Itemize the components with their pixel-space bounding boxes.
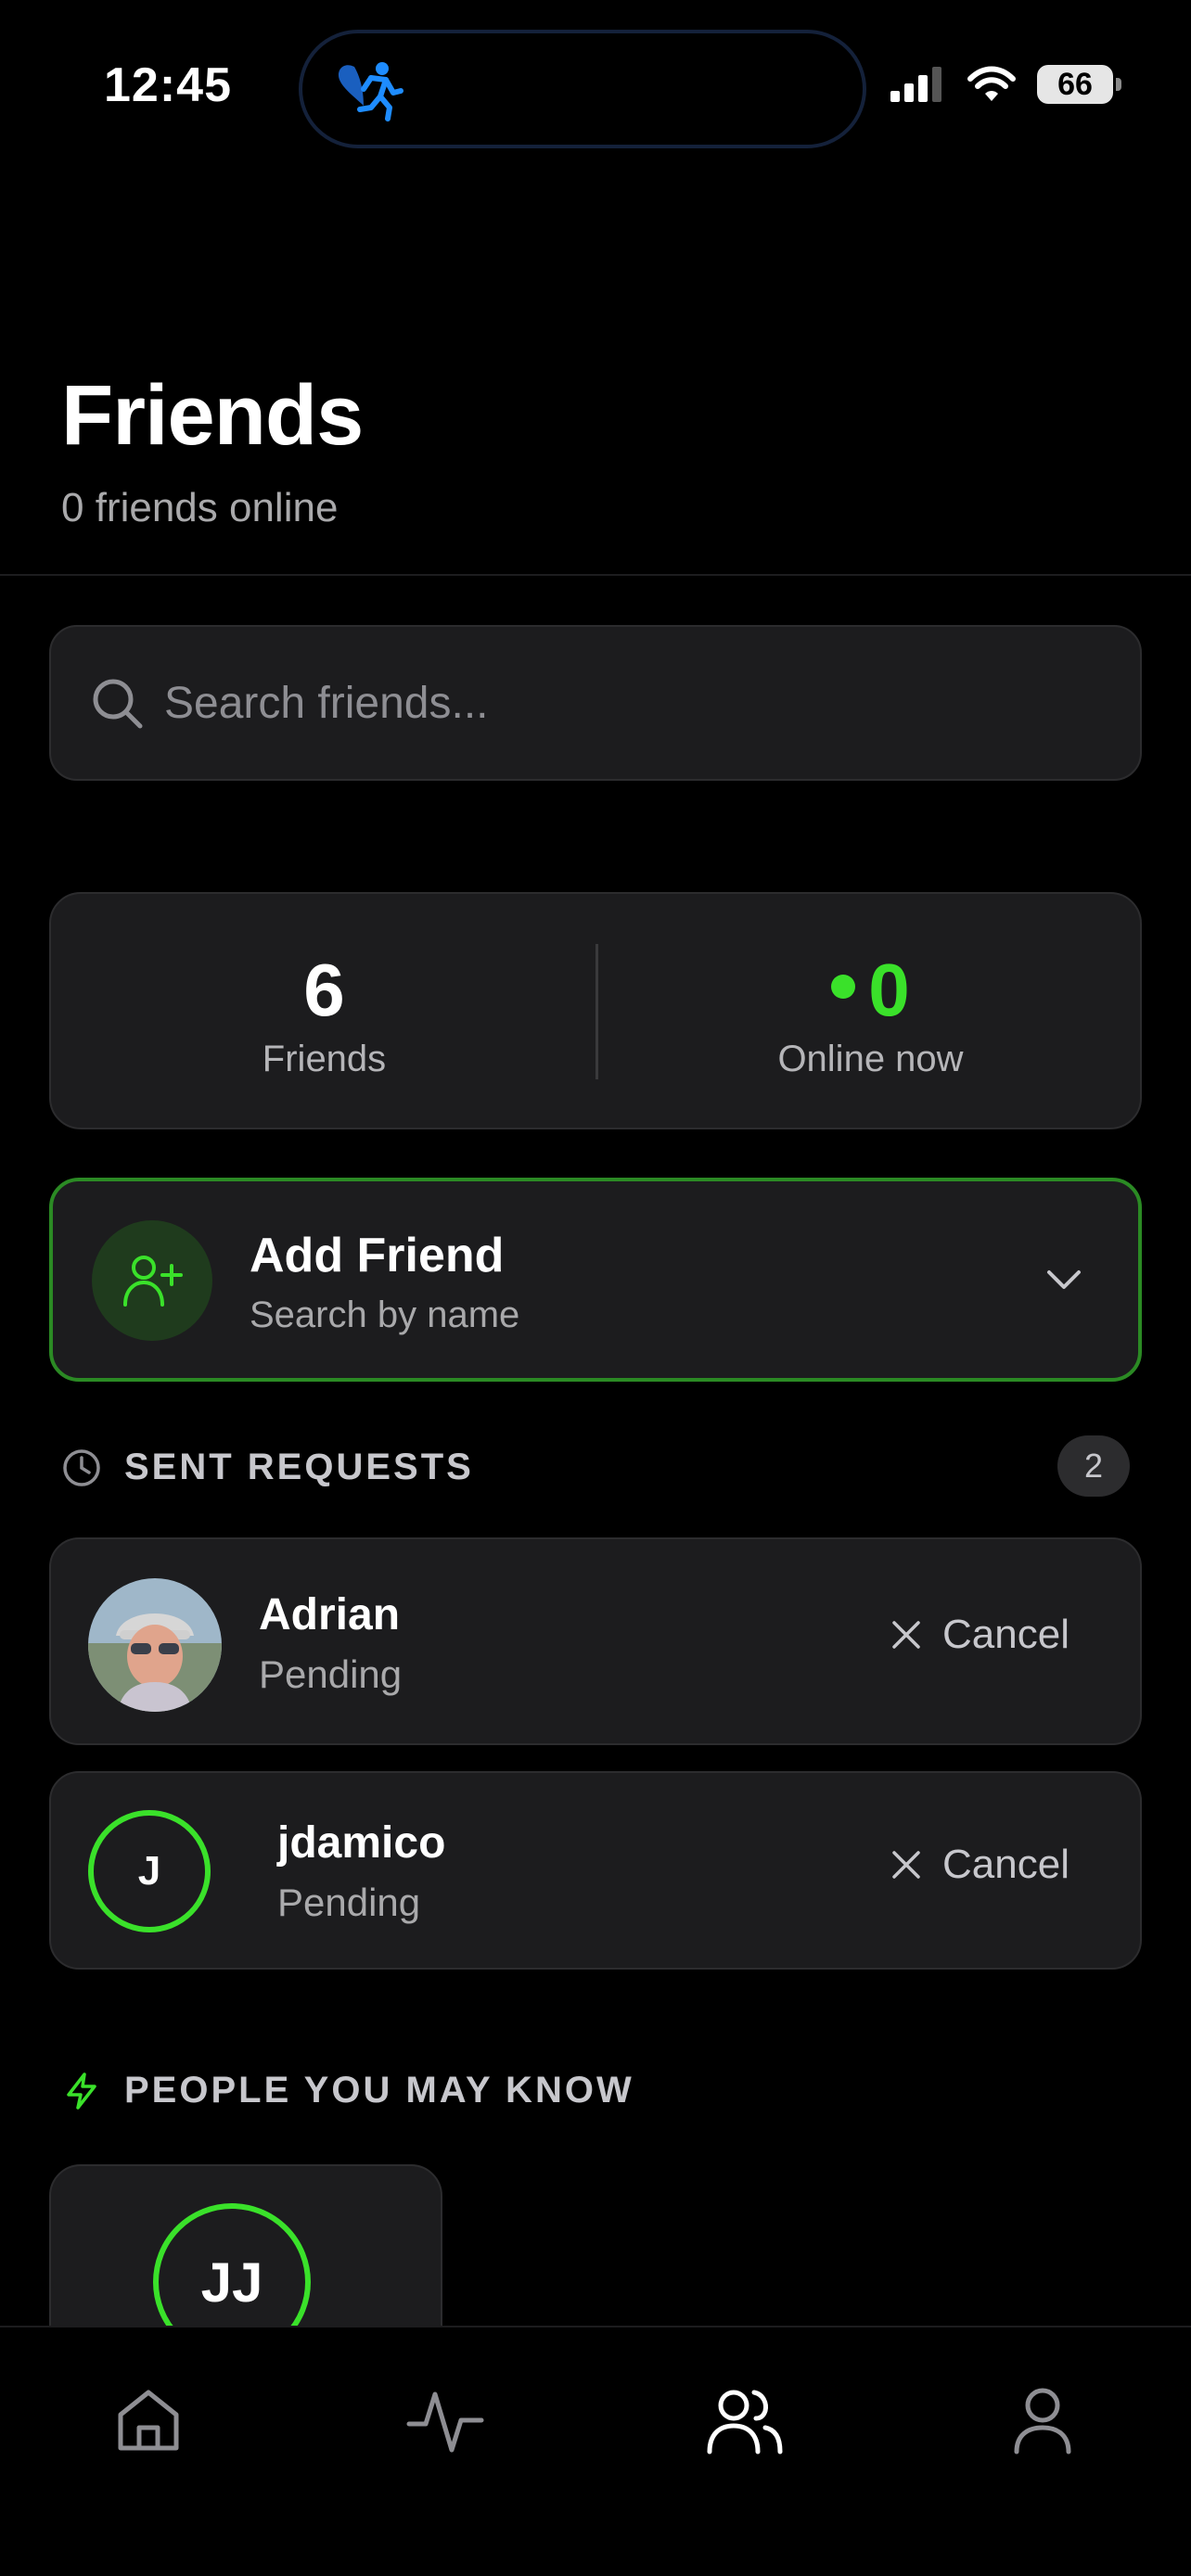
suggestions-label: PEOPLE YOU MAY KNOW xyxy=(124,2070,634,2111)
close-icon xyxy=(892,1621,920,1649)
request-status: Pending xyxy=(277,1881,421,1924)
friends-stats-card: 6 Friends 0 Online now xyxy=(49,892,1142,1129)
add-friend-title: Add Friend xyxy=(250,1229,505,1282)
avatar: J xyxy=(88,1810,211,1932)
online-count-value: 0 xyxy=(597,948,1144,1033)
sent-requests-count-badge: 2 xyxy=(1057,1435,1130,1497)
add-friend-subtitle: Search by name xyxy=(250,1294,520,1335)
user-plus-icon xyxy=(123,1256,183,1307)
dynamic-island[interactable] xyxy=(299,30,866,148)
tab-home[interactable] xyxy=(102,2374,195,2467)
profile-icon xyxy=(1014,2388,1071,2455)
add-friend-button[interactable]: Add Friend Search by name xyxy=(49,1178,1142,1382)
page-header: Friends 0 friends online xyxy=(61,367,364,531)
cancel-label: Cancel xyxy=(942,1842,1069,1887)
home-icon xyxy=(118,2390,179,2451)
online-count-stat: 0 Online now xyxy=(597,894,1144,1128)
online-count: 0 xyxy=(868,949,910,1031)
suggestions-header: PEOPLE YOU MAY KNOW xyxy=(61,2070,634,2111)
close-icon xyxy=(892,1851,920,1879)
avatar xyxy=(88,1578,222,1712)
add-friend-avatar xyxy=(92,1220,212,1341)
sent-requests-header: SENT REQUESTS xyxy=(61,1447,474,1488)
tab-profile[interactable] xyxy=(996,2374,1089,2467)
tab-friends[interactable] xyxy=(698,2374,790,2467)
tab-activity[interactable] xyxy=(399,2374,492,2467)
battery-icon: 66 xyxy=(1037,65,1121,104)
friends-screen: 12:45 66 Friends 0 friends online Search… xyxy=(0,0,1191,2576)
request-status: Pending xyxy=(259,1652,403,1696)
wifi-icon xyxy=(967,66,1016,101)
chevron-down-icon[interactable] xyxy=(1042,1257,1086,1302)
clock-icon xyxy=(63,1448,100,1486)
friends-count: 6 xyxy=(303,949,345,1031)
lightning-icon xyxy=(67,2072,96,2110)
page-title: Friends xyxy=(61,368,364,463)
search-input[interactable] xyxy=(164,627,1140,779)
request-name: jdamico xyxy=(277,1818,446,1868)
sent-request-row: Adrian Pending Cancel xyxy=(49,1537,1142,1745)
header-divider xyxy=(0,574,1191,576)
heart-runner-icon xyxy=(338,62,403,121)
cancel-request-button[interactable]: Cancel xyxy=(890,1842,1069,1888)
status-bar: 12:45 66 xyxy=(0,0,1191,176)
cellular-signal-icon xyxy=(890,67,941,102)
friends-label: Friends xyxy=(262,1039,387,1079)
sent-requests-label: SENT REQUESTS xyxy=(124,1447,474,1487)
online-dot-icon xyxy=(831,974,856,999)
status-indicators: 66 xyxy=(890,65,1121,104)
request-name: Adrian xyxy=(259,1590,401,1639)
online-subtitle: 0 friends online xyxy=(61,485,339,530)
tab-bar xyxy=(0,2326,1191,2576)
search-icon xyxy=(93,679,143,729)
online-label: Online now xyxy=(777,1039,964,1079)
cancel-label: Cancel xyxy=(942,1612,1069,1657)
sent-request-row: J jdamico Pending Cancel xyxy=(49,1771,1142,1970)
activity-icon xyxy=(406,2391,484,2453)
friends-count-stat: 6 Friends xyxy=(51,894,597,1128)
cancel-request-button[interactable]: Cancel xyxy=(890,1612,1069,1658)
status-time: 12:45 xyxy=(104,58,232,112)
friends-icon xyxy=(707,2390,783,2455)
search-bar[interactable] xyxy=(49,625,1142,781)
